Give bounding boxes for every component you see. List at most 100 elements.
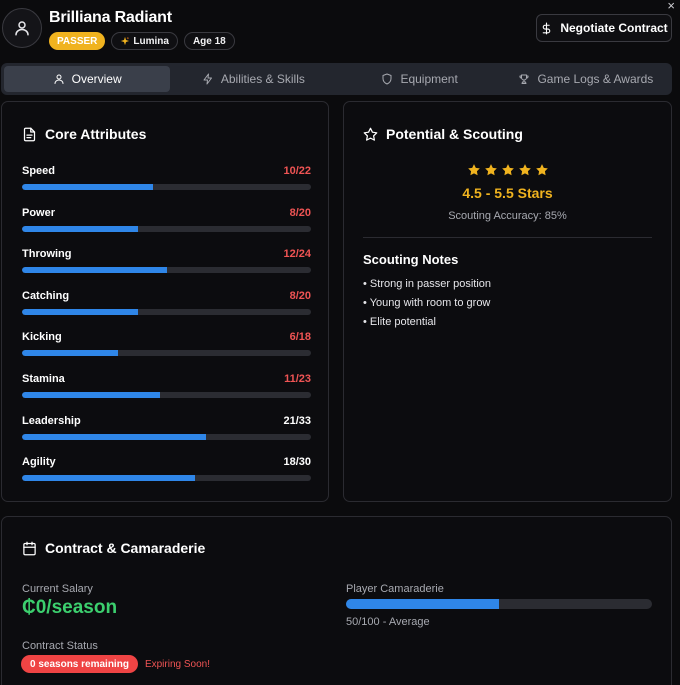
negotiate-contract-button[interactable]: Negotiate Contract <box>536 14 672 42</box>
list-item: • Strong in passer position <box>363 278 491 290</box>
star-icon <box>484 164 497 176</box>
list-item: • Elite potential <box>363 316 436 328</box>
player-name: Brilliana Radiant <box>49 9 172 26</box>
tab-equipment[interactable]: Equipment <box>337 66 503 92</box>
attribute-row-catching: Catching 8/20 <box>22 290 311 315</box>
attribute-name: Leadership <box>22 414 81 427</box>
note-text: Strong in passer position <box>369 278 491 290</box>
attribute-bar <box>22 392 311 398</box>
contract-status: 0 seasons remaining Expiring Soon! <box>21 655 210 673</box>
potential-scouting-card: Potential & Scouting 4.5 - 5.5 Stars Sco… <box>343 101 672 502</box>
attribute-bar <box>22 433 311 440</box>
attribute-name: Power <box>22 206 56 219</box>
attribute-header: Leadership 21/33 <box>22 415 311 427</box>
trophy-icon <box>519 74 530 84</box>
contract-camaraderie-card: Contract & Camaraderie Current Salary ₵0… <box>1 516 672 685</box>
attribute-row-throwing: Throwing 12/24 <box>22 248 311 274</box>
star-outline-icon <box>363 127 378 141</box>
star-icon <box>467 164 480 176</box>
dollar-icon <box>543 22 551 34</box>
star-icon <box>535 164 548 176</box>
tab-bar: Overview Abilities & Skills Equipment Ga… <box>1 63 672 95</box>
attribute-header: Catching 8/20 <box>22 290 311 302</box>
attribute-bar-fill <box>22 475 196 482</box>
potential-scouting-title: Potential & Scouting <box>363 126 523 142</box>
attribute-name: Stamina <box>22 373 65 385</box>
star-icon <box>518 164 531 176</box>
attribute-bar <box>22 308 311 315</box>
calendar-icon <box>23 541 36 555</box>
attribute-value: 12/24 <box>283 248 311 261</box>
core-attributes-title: Core Attributes <box>22 126 146 142</box>
tab-overview[interactable]: Overview <box>4 66 171 92</box>
player-header: Brilliana Radiant PASSER Lumina Age 18 N… <box>2 8 676 52</box>
attribute-header: Stamina 11/23 <box>22 373 311 385</box>
contract-status-label: Contract Status <box>22 640 98 652</box>
attribute-header: Throwing 12/24 <box>22 248 311 260</box>
divider <box>363 237 652 238</box>
salary-value: ₵0/season <box>22 597 118 618</box>
attribute-bar <box>22 267 311 274</box>
scouting-accuracy: Scouting Accuracy: 85% <box>448 210 567 222</box>
attribute-bar-fill <box>22 184 154 190</box>
core-attributes-card: Core Attributes Speed 10/22 Power 8/20 Throw… <box>1 101 329 502</box>
camaraderie-label: Player Camaraderie <box>346 583 444 595</box>
scouting-notes-list: • Strong in passer position • Young with… <box>363 278 491 335</box>
contract-camaraderie-title: Contract & Camaraderie <box>22 540 205 556</box>
attribute-name: Catching <box>22 289 70 302</box>
user-icon <box>15 21 29 36</box>
list-item: • Young with room to grow <box>363 297 491 309</box>
camaraderie-value: 50/100 - Average <box>346 616 430 628</box>
card-title-text: Contract & Camaraderie <box>45 540 206 556</box>
tab-label: Abilities & Skills <box>220 72 305 86</box>
attribute-bar-fill <box>22 225 138 232</box>
attribute-row-leadership: Leadership 21/33 <box>22 415 311 440</box>
document-icon <box>23 127 36 141</box>
attribute-row-speed: Speed 10/22 <box>22 165 311 190</box>
attribute-bar <box>22 475 311 482</box>
lightning-icon <box>203 73 212 85</box>
attribute-bar <box>22 184 311 190</box>
sparkle-icon <box>121 36 130 46</box>
tab-game-logs-awards[interactable]: Game Logs & Awards <box>503 66 669 92</box>
star-rating-range: 4.5 - 5.5 Stars <box>462 185 553 201</box>
trait-label: Lumina <box>133 35 169 47</box>
attribute-bar-fill <box>22 350 119 357</box>
attribute-name: Throwing <box>22 248 72 261</box>
salary-label: Current Salary <box>22 583 93 595</box>
seasons-remaining-badge: 0 seasons remaining <box>21 655 138 673</box>
attribute-bar-fill <box>22 308 138 315</box>
attribute-bar-fill <box>22 433 206 440</box>
tab-label: Overview <box>71 72 122 86</box>
user-icon <box>54 74 64 84</box>
attribute-bar <box>22 350 311 357</box>
age-badge: Age 18 <box>183 32 235 50</box>
attribute-header: Power 8/20 <box>22 207 311 219</box>
attribute-name: Speed <box>22 165 56 177</box>
position-badge: PASSER <box>49 32 106 50</box>
attribute-value: 10/22 <box>283 165 311 177</box>
attribute-bar-fill <box>22 392 161 398</box>
expiring-warning: Expiring Soon! <box>144 658 210 670</box>
attribute-name: Agility <box>22 456 56 469</box>
note-text: Elite potential <box>369 316 436 328</box>
shield-icon <box>382 73 392 85</box>
card-title-text: Core Attributes <box>45 126 147 142</box>
attribute-row-kicking: Kicking 6/18 <box>22 331 311 357</box>
attribute-row-stamina: Stamina 11/23 <box>22 373 311 398</box>
tab-abilities-skills[interactable]: Abilities & Skills <box>170 66 336 92</box>
attribute-header: Speed 10/22 <box>22 165 311 177</box>
attribute-value: 18/30 <box>283 456 311 469</box>
star-icon <box>501 164 514 176</box>
attribute-row-agility: Agility 18/30 <box>22 456 311 482</box>
attribute-bar <box>22 225 311 232</box>
attribute-header: Agility 18/30 <box>22 456 311 468</box>
attribute-value: 6/18 <box>289 331 311 344</box>
note-text: Young with room to grow <box>369 297 491 309</box>
tab-label: Game Logs & Awards <box>537 72 654 86</box>
camaraderie-bar-fill <box>346 599 499 609</box>
attribute-header: Kicking 6/18 <box>22 331 311 343</box>
attribute-name: Kicking <box>22 331 62 344</box>
attribute-value: 8/20 <box>289 289 311 302</box>
camaraderie-bar <box>346 599 652 609</box>
